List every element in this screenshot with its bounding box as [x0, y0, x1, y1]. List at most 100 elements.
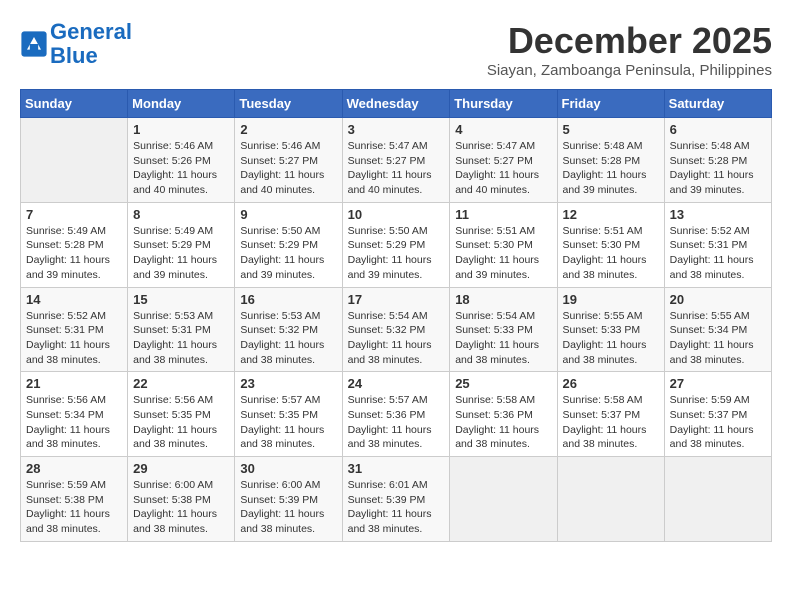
day-info: Sunrise: 5:53 AM Sunset: 5:32 PM Dayligh…	[240, 309, 336, 368]
calendar-cell: 15Sunrise: 5:53 AM Sunset: 5:31 PM Dayli…	[128, 287, 235, 372]
day-number: 20	[670, 292, 766, 307]
calendar-cell: 23 Sunrise: 5:57 AM Sunset: 5:35 PM Dayli…	[235, 372, 342, 457]
calendar-week-row: 28 Sunrise: 5:59 AM Sunset: 5:38 PM Dayli…	[21, 457, 772, 542]
day-number: 10	[348, 207, 445, 222]
calendar-cell: 10 Sunrise: 5:50 AM Sunset: 5:29 PM Dayli…	[342, 202, 450, 287]
day-info: Sunrise: 5:56 AM Sunset: 5:34 PM Dayligh…	[26, 393, 122, 452]
day-number: 12	[563, 207, 659, 222]
day-number: 2	[240, 122, 336, 137]
day-info: Sunrise: 5:53 AM Sunset: 5:31 PM Dayligh…	[133, 309, 229, 368]
day-number: 13	[670, 207, 766, 222]
calendar-cell	[557, 457, 664, 542]
day-number: 6	[670, 122, 766, 137]
day-info: Sunrise: 5:51 AM Sunset: 5:30 PM Dayligh…	[455, 224, 551, 283]
calendar-cell: 21 Sunrise: 5:56 AM Sunset: 5:34 PM Dayli…	[21, 372, 128, 457]
calendar-cell: 22 Sunrise: 5:56 AM Sunset: 5:35 PM Dayli…	[128, 372, 235, 457]
calendar-cell	[450, 457, 557, 542]
day-number: 16	[240, 292, 336, 307]
day-number: 22	[133, 376, 229, 391]
calendar-cell: 9Sunrise: 5:50 AM Sunset: 5:29 PM Daylig…	[235, 202, 342, 287]
calendar-cell: 7 Sunrise: 5:49 AM Sunset: 5:28 PM Daylig…	[21, 202, 128, 287]
day-info: Sunrise: 5:58 AM Sunset: 5:36 PM Dayligh…	[455, 393, 551, 452]
calendar-cell: 2 Sunrise: 5:46 AM Sunset: 5:27 PM Daylig…	[235, 118, 342, 203]
day-number: 5	[563, 122, 659, 137]
day-info: Sunrise: 5:49 AM Sunset: 5:28 PM Dayligh…	[26, 224, 122, 283]
calendar-cell	[21, 118, 128, 203]
day-number: 28	[26, 461, 122, 476]
day-header-sunday: Sunday	[21, 90, 128, 118]
day-number: 19	[563, 292, 659, 307]
day-header-saturday: Saturday	[664, 90, 771, 118]
day-info: Sunrise: 5:52 AM Sunset: 5:31 PM Dayligh…	[26, 309, 122, 368]
day-info: Sunrise: 5:47 AM Sunset: 5:27 PM Dayligh…	[455, 139, 551, 198]
day-number: 7	[26, 207, 122, 222]
calendar-cell: 12 Sunrise: 5:51 AM Sunset: 5:30 PM Dayli…	[557, 202, 664, 287]
calendar-cell: 19 Sunrise: 5:55 AM Sunset: 5:33 PM Dayli…	[557, 287, 664, 372]
calendar-header-row: SundayMondayTuesdayWednesdayThursdayFrid…	[21, 90, 772, 118]
day-header-friday: Friday	[557, 90, 664, 118]
day-number: 24	[348, 376, 445, 391]
day-number: 3	[348, 122, 445, 137]
calendar-cell: 4 Sunrise: 5:47 AM Sunset: 5:27 PM Daylig…	[450, 118, 557, 203]
day-info: Sunrise: 5:56 AM Sunset: 5:35 PM Dayligh…	[133, 393, 229, 452]
calendar-cell	[664, 457, 771, 542]
day-info: Sunrise: 6:00 AM Sunset: 5:38 PM Dayligh…	[133, 478, 229, 537]
day-info: Sunrise: 6:01 AM Sunset: 5:39 PM Dayligh…	[348, 478, 445, 537]
location-subtitle: Siayan, Zamboanga Peninsula, Philippines	[487, 62, 772, 79]
month-title: December 2025	[487, 20, 772, 62]
day-info: Sunrise: 5:48 AM Sunset: 5:28 PM Dayligh…	[563, 139, 659, 198]
day-header-thursday: Thursday	[450, 90, 557, 118]
calendar-cell: 24Sunrise: 5:57 AM Sunset: 5:36 PM Dayli…	[342, 372, 450, 457]
calendar-cell: 6 Sunrise: 5:48 AM Sunset: 5:28 PM Daylig…	[664, 118, 771, 203]
day-info: Sunrise: 5:50 AM Sunset: 5:29 PM Dayligh…	[240, 224, 336, 283]
title-block: December 2025 Siayan, Zamboanga Peninsul…	[487, 20, 772, 79]
day-number: 8	[133, 207, 229, 222]
calendar-table: SundayMondayTuesdayWednesdayThursdayFrid…	[20, 89, 772, 542]
logo: General Blue	[20, 20, 132, 68]
day-info: Sunrise: 5:50 AM Sunset: 5:29 PM Dayligh…	[348, 224, 445, 283]
page-header: General Blue December 2025 Siayan, Zambo…	[20, 20, 772, 79]
calendar-cell: 14 Sunrise: 5:52 AM Sunset: 5:31 PM Dayli…	[21, 287, 128, 372]
logo-text: General Blue	[50, 20, 132, 68]
day-number: 21	[26, 376, 122, 391]
day-number: 25	[455, 376, 551, 391]
calendar-cell: 13Sunrise: 5:52 AM Sunset: 5:31 PM Dayli…	[664, 202, 771, 287]
calendar-cell: 3 Sunrise: 5:47 AM Sunset: 5:27 PM Daylig…	[342, 118, 450, 203]
calendar-cell: 18Sunrise: 5:54 AM Sunset: 5:33 PM Dayli…	[450, 287, 557, 372]
calendar-cell: 8Sunrise: 5:49 AM Sunset: 5:29 PM Daylig…	[128, 202, 235, 287]
day-number: 26	[563, 376, 659, 391]
day-header-monday: Monday	[128, 90, 235, 118]
day-number: 27	[670, 376, 766, 391]
calendar-cell: 20 Sunrise: 5:55 AM Sunset: 5:34 PM Dayli…	[664, 287, 771, 372]
day-info: Sunrise: 5:46 AM Sunset: 5:27 PM Dayligh…	[240, 139, 336, 198]
calendar-cell: 16 Sunrise: 5:53 AM Sunset: 5:32 PM Dayli…	[235, 287, 342, 372]
day-number: 1	[133, 122, 229, 137]
day-number: 31	[348, 461, 445, 476]
day-number: 11	[455, 207, 551, 222]
day-info: Sunrise: 5:59 AM Sunset: 5:38 PM Dayligh…	[26, 478, 122, 537]
calendar-week-row: 1 Sunrise: 5:46 AM Sunset: 5:26 PM Daylig…	[21, 118, 772, 203]
day-number: 14	[26, 292, 122, 307]
day-info: Sunrise: 5:48 AM Sunset: 5:28 PM Dayligh…	[670, 139, 766, 198]
day-number: 29	[133, 461, 229, 476]
day-info: Sunrise: 5:54 AM Sunset: 5:33 PM Dayligh…	[455, 309, 551, 368]
calendar-cell: 28 Sunrise: 5:59 AM Sunset: 5:38 PM Dayli…	[21, 457, 128, 542]
logo-icon	[20, 30, 48, 58]
day-info: Sunrise: 5:57 AM Sunset: 5:35 PM Dayligh…	[240, 393, 336, 452]
day-info: Sunrise: 5:55 AM Sunset: 5:33 PM Dayligh…	[563, 309, 659, 368]
day-info: Sunrise: 5:55 AM Sunset: 5:34 PM Dayligh…	[670, 309, 766, 368]
calendar-cell: 25 Sunrise: 5:58 AM Sunset: 5:36 PM Dayli…	[450, 372, 557, 457]
day-info: Sunrise: 5:54 AM Sunset: 5:32 PM Dayligh…	[348, 309, 445, 368]
calendar-week-row: 21 Sunrise: 5:56 AM Sunset: 5:34 PM Dayli…	[21, 372, 772, 457]
day-header-wednesday: Wednesday	[342, 90, 450, 118]
calendar-cell: 5 Sunrise: 5:48 AM Sunset: 5:28 PM Daylig…	[557, 118, 664, 203]
calendar-cell: 26 Sunrise: 5:58 AM Sunset: 5:37 PM Dayli…	[557, 372, 664, 457]
day-info: Sunrise: 5:47 AM Sunset: 5:27 PM Dayligh…	[348, 139, 445, 198]
calendar-week-row: 14 Sunrise: 5:52 AM Sunset: 5:31 PM Dayli…	[21, 287, 772, 372]
day-info: Sunrise: 6:00 AM Sunset: 5:39 PM Dayligh…	[240, 478, 336, 537]
day-info: Sunrise: 5:58 AM Sunset: 5:37 PM Dayligh…	[563, 393, 659, 452]
day-number: 23	[240, 376, 336, 391]
day-number: 4	[455, 122, 551, 137]
day-info: Sunrise: 5:51 AM Sunset: 5:30 PM Dayligh…	[563, 224, 659, 283]
day-info: Sunrise: 5:46 AM Sunset: 5:26 PM Dayligh…	[133, 139, 229, 198]
